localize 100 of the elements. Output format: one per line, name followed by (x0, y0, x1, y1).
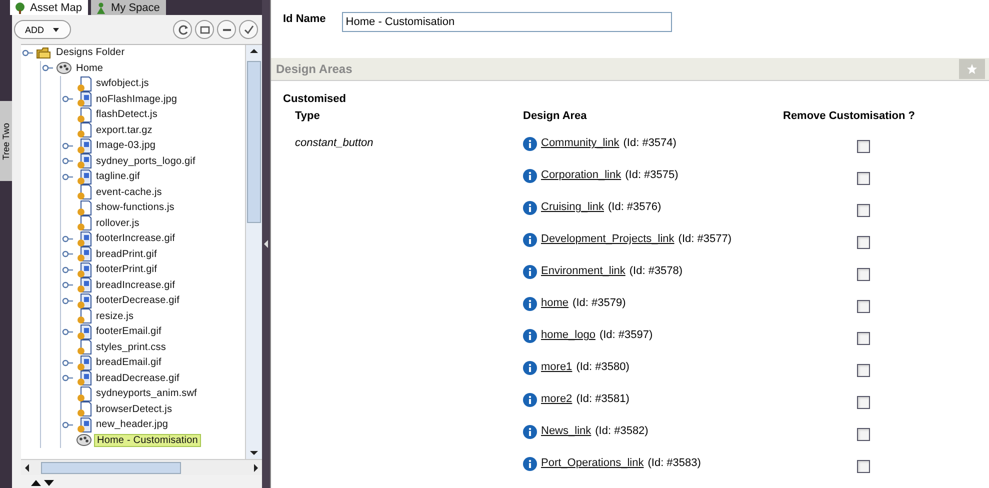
collapse-arrow-icon[interactable] (263, 239, 269, 249)
asset-id: (Id: #3577) (678, 233, 732, 245)
asset-id: (Id: #3583) (648, 457, 701, 469)
field-label: Id Name (283, 12, 326, 25)
asset-id: (Id: #3578) (629, 265, 683, 277)
tree-item[interactable]: breadEmail.gif (94, 357, 164, 368)
remove-checkbox[interactable] (856, 460, 870, 473)
tree-item[interactable]: resize.js (94, 310, 136, 322)
remove-checkbox[interactable] (856, 332, 870, 345)
tree-item[interactable]: export.tar.gz (94, 124, 154, 136)
info-icon (523, 233, 537, 247)
document-icon (76, 339, 92, 356)
tree-item[interactable]: Home (74, 62, 106, 74)
design-area-link[interactable]: Development_Projects_link (541, 233, 674, 245)
image-file-icon (76, 153, 92, 170)
remove-checkbox[interactable] (856, 140, 870, 153)
info-icon (523, 297, 537, 311)
remove-checkbox[interactable] (856, 396, 870, 409)
info-icon (523, 201, 537, 215)
image-file-icon (76, 246, 92, 262)
asset-id: (Id: #3581) (576, 393, 630, 405)
document-icon (76, 106, 92, 123)
info-icon (523, 329, 537, 343)
folder-icon (36, 45, 52, 61)
horizontal-scrollbar[interactable] (21, 459, 262, 475)
design-area-link[interactable]: Community_link (541, 137, 620, 149)
tree-item[interactable]: styles_print.css (94, 342, 168, 353)
remove-checkbox[interactable] (856, 428, 870, 441)
tree-item[interactable]: rollover.js (94, 218, 142, 229)
document-icon (76, 122, 92, 138)
document-icon (76, 401, 92, 418)
asset-id: (Id: #3574) (623, 137, 676, 149)
tree-item[interactable]: new_header.jpg (94, 419, 170, 430)
document-icon (76, 215, 92, 232)
image-file-icon (76, 168, 92, 185)
document-icon (76, 308, 92, 324)
tree-item[interactable]: flashDetect.js (94, 109, 160, 120)
tree-item[interactable]: browserDetect.js (94, 404, 174, 415)
caret-icon (52, 26, 60, 34)
column-header: Type (295, 109, 321, 124)
column-header: Remove Customisation ? (783, 109, 916, 124)
design-area-link[interactable]: Environment_link (541, 265, 626, 277)
design-area-link[interactable]: more2 (541, 393, 572, 405)
id-name-field[interactable]: Home - Customisation (342, 12, 672, 32)
type-cell: constant_button (295, 137, 374, 149)
asset-id: (Id: #3579) (572, 297, 626, 309)
tree-item[interactable]: Designs Folder (54, 47, 127, 58)
info-icon (523, 393, 537, 407)
tab[interactable]: My Space (90, 0, 166, 15)
asset-id: (Id: #3582) (595, 425, 648, 437)
design-area-link[interactable]: home (541, 297, 569, 309)
remove-checkbox[interactable] (856, 364, 870, 377)
tree-item[interactable]: sydneyports_anim.swf (94, 388, 199, 400)
scroll-thumb[interactable] (247, 61, 261, 223)
image-file-icon (76, 292, 92, 309)
design-area-link[interactable]: Port_Operations_link (541, 457, 644, 469)
tab[interactable]: Asset Map (10, 0, 88, 15)
star-icon[interactable] (966, 63, 978, 75)
tree-item[interactable]: breadDecrease.gif (94, 372, 182, 384)
tree-item[interactable]: breadPrint.gif (94, 248, 159, 260)
remove-checkbox[interactable] (856, 204, 870, 217)
tree-item[interactable]: event-cache.js (94, 186, 164, 198)
tree-item[interactable]: breadIncrease.gif (94, 280, 177, 291)
info-icon (523, 361, 537, 375)
vertical-scrollbar[interactable] (245, 45, 262, 459)
tree-item[interactable]: sydney_ports_logo.gif (94, 156, 198, 167)
tree-item[interactable]: noFlashImage.jpg (94, 94, 180, 105)
tree-item[interactable]: footerIncrease.gif (94, 233, 178, 244)
design-area-link[interactable]: Corporation_link (541, 169, 622, 181)
remove-checkbox[interactable] (856, 172, 870, 185)
star-button[interactable] (959, 59, 985, 79)
tree-item[interactable]: footerDecrease.gif (94, 295, 182, 306)
image-file-icon (76, 138, 92, 154)
image-file-icon (76, 324, 92, 340)
tree-item[interactable]: tagline.gif (94, 171, 142, 182)
remove-checkbox[interactable] (856, 236, 870, 249)
design-area-link[interactable]: more1 (541, 361, 572, 373)
asset-id: (Id: #3576) (608, 201, 662, 213)
tree-item[interactable]: show-functions.js (94, 202, 176, 214)
tree-item[interactable]: Home - Customisation (94, 434, 201, 447)
design-area-link[interactable]: News_link (541, 425, 592, 437)
remove-checkbox[interactable] (856, 268, 870, 281)
design-area-link[interactable]: home_logo (541, 329, 596, 341)
remove-checkbox[interactable] (856, 300, 870, 313)
document-icon (76, 76, 92, 92)
tree-item[interactable]: footerEmail.gif (94, 326, 164, 338)
tree-item[interactable]: footerPrint.gif (94, 264, 159, 276)
image-file-icon (76, 91, 92, 108)
design-area-link[interactable]: Cruising_link (541, 201, 604, 213)
column-header: Design Area (523, 109, 588, 124)
info-icon (523, 265, 537, 279)
image-file-icon (76, 277, 92, 294)
add-button[interactable]: ADD (14, 20, 72, 39)
image-file-icon (76, 354, 92, 371)
info-icon (523, 169, 537, 183)
person-icon (94, 2, 107, 14)
tree-item[interactable]: swfobject.js (94, 78, 151, 90)
side-tab[interactable]: Tree Two (0, 101, 12, 181)
scroll-thumb[interactable] (41, 462, 181, 474)
tree-item[interactable]: Image-03.jpg (94, 140, 158, 152)
